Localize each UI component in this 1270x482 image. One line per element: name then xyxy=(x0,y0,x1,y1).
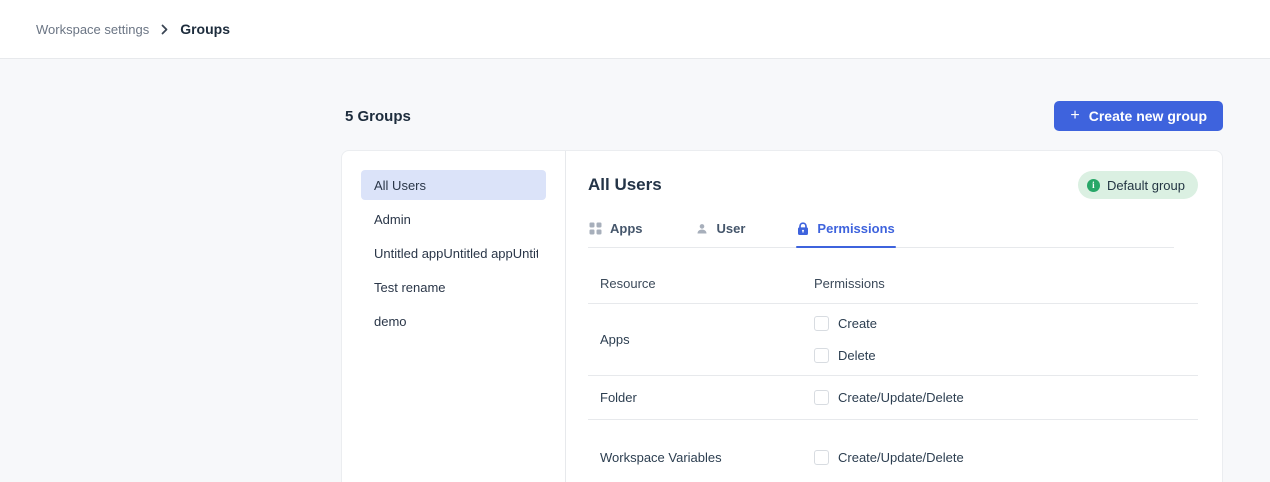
permission-option-delete[interactable]: Delete xyxy=(814,348,877,363)
groups-toolbar: 5 Groups + Create new group xyxy=(341,101,1223,131)
chevron-right-icon xyxy=(159,24,170,35)
table-row-folder: Folder Create/Update/Delete xyxy=(588,376,1198,420)
top-bar: Workspace settings Groups xyxy=(0,0,1270,59)
permissions-cell: Create Delete xyxy=(814,316,877,363)
tab-user-label: User xyxy=(717,221,746,236)
permission-option-create-update-delete[interactable]: Create/Update/Delete xyxy=(814,450,964,465)
group-detail-header: All Users i Default group xyxy=(588,171,1198,199)
group-item-admin[interactable]: Admin xyxy=(361,204,546,234)
active-tab-underline xyxy=(796,246,895,248)
table-row-workspace-variables: Workspace Variables Create/Update/Delete xyxy=(588,420,1198,479)
create-update-delete-checkbox[interactable] xyxy=(814,450,829,465)
tab-apps[interactable]: Apps xyxy=(588,216,644,247)
create-new-group-button[interactable]: + Create new group xyxy=(1054,101,1223,131)
user-icon xyxy=(695,222,709,235)
group-item-label: All Users xyxy=(374,178,426,193)
checkbox-label: Delete xyxy=(838,348,876,363)
group-item-test-rename[interactable]: Test rename xyxy=(361,272,546,302)
plus-icon: + xyxy=(1070,108,1079,124)
resource-name: Workspace Variables xyxy=(600,450,814,465)
grid-icon xyxy=(589,222,602,235)
group-item-label: Test rename xyxy=(374,280,446,295)
group-detail-panel: All Users i Default group xyxy=(566,151,1222,482)
table-row-apps: Apps Create Delete xyxy=(588,304,1198,376)
permission-option-create-update-delete[interactable]: Create/Update/Delete xyxy=(814,390,964,405)
tab-permissions[interactable]: Permissions xyxy=(796,216,895,247)
tab-user[interactable]: User xyxy=(694,216,747,247)
lock-icon xyxy=(797,222,809,236)
group-item-demo[interactable]: demo xyxy=(361,306,546,336)
create-new-group-label: Create new group xyxy=(1089,108,1207,124)
checkbox-label: Create/Update/Delete xyxy=(838,450,964,465)
groups-card: All Users Admin Untitled appUntitled app… xyxy=(341,150,1223,482)
default-group-badge: i Default group xyxy=(1078,171,1198,199)
group-list: All Users Admin Untitled appUntitled app… xyxy=(342,151,566,482)
permissions-cell: Create/Update/Delete xyxy=(814,450,964,465)
resource-name: Folder xyxy=(600,390,814,405)
tab-apps-label: Apps xyxy=(610,221,643,236)
permission-option-create[interactable]: Create xyxy=(814,316,877,331)
group-item-label: Untitled appUntitled appUntitle… xyxy=(374,246,538,261)
column-header-resource: Resource xyxy=(600,276,814,291)
group-item-untitled-app[interactable]: Untitled appUntitled appUntitle… xyxy=(361,238,546,268)
group-item-all-users[interactable]: All Users xyxy=(361,170,546,200)
delete-checkbox[interactable] xyxy=(814,348,829,363)
breadcrumb-workspace-settings[interactable]: Workspace settings xyxy=(36,22,149,37)
create-update-delete-checkbox[interactable] xyxy=(814,390,829,405)
checkbox-label: Create/Update/Delete xyxy=(838,390,964,405)
resource-name: Apps xyxy=(600,332,814,347)
default-group-badge-label: Default group xyxy=(1107,178,1185,193)
main-content: 5 Groups + Create new group All Users Ad… xyxy=(341,101,1223,482)
info-icon: i xyxy=(1087,179,1100,192)
group-item-label: demo xyxy=(374,314,407,329)
groups-count: 5 Groups xyxy=(341,108,411,125)
column-header-permissions: Permissions xyxy=(814,276,885,291)
permissions-table-header: Resource Permissions xyxy=(588,248,1198,304)
breadcrumb-groups: Groups xyxy=(180,21,230,37)
checkbox-label: Create xyxy=(838,316,877,331)
group-item-label: Admin xyxy=(374,212,411,227)
detail-tabs: Apps User xyxy=(588,216,1174,248)
group-title: All Users xyxy=(588,175,662,195)
create-checkbox[interactable] xyxy=(814,316,829,331)
permissions-cell: Create/Update/Delete xyxy=(814,390,964,405)
tab-permissions-label: Permissions xyxy=(817,221,894,236)
permissions-table: Resource Permissions Apps Create Delete xyxy=(588,248,1198,479)
